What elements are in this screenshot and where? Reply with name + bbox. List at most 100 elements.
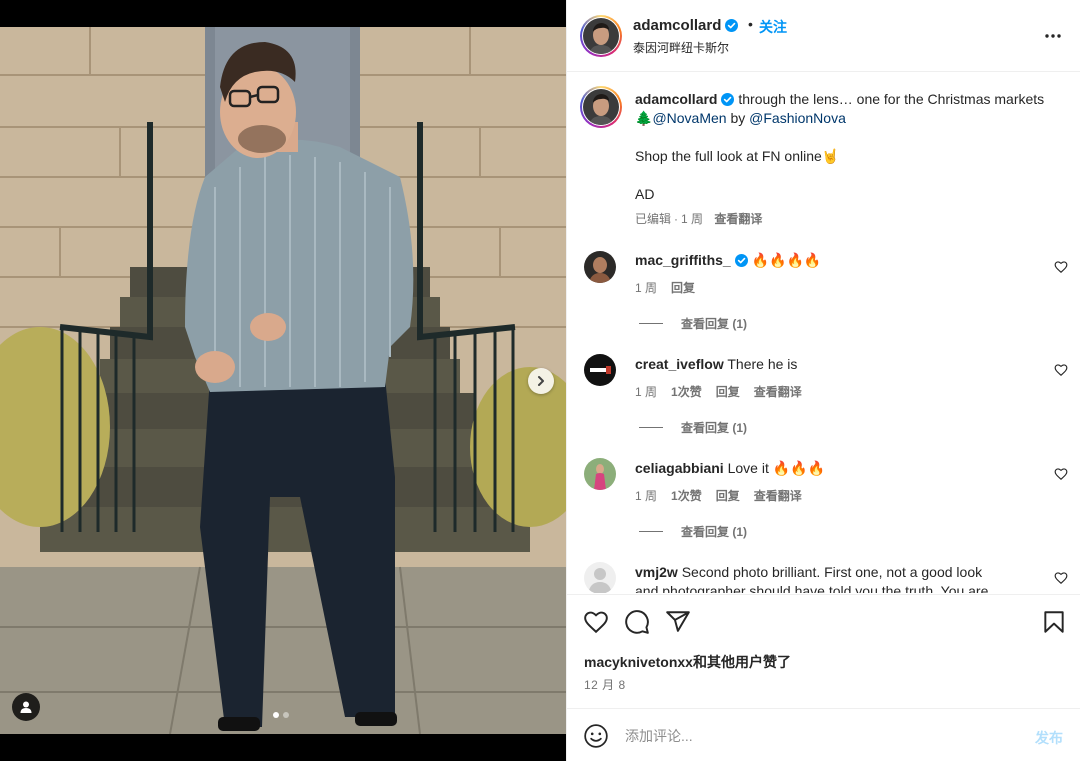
verified-badge-icon	[721, 93, 735, 106]
verified-badge-icon	[725, 19, 739, 32]
comment-input[interactable]	[625, 723, 1015, 749]
carousel-dot-active	[273, 712, 279, 718]
likes-summary: macyknivetonxx和其他用户赞了	[584, 652, 791, 672]
comment-text: Love it 🔥🔥🔥	[727, 460, 826, 476]
comment-meta: 1 周 1次赞 回复 查看翻译	[635, 383, 802, 400]
meta-dot: ·	[674, 212, 679, 226]
comment-text: Second photo brilliant. First one, not a…	[681, 564, 983, 580]
carousel-next-button[interactable]	[528, 368, 554, 394]
likes-suffix[interactable]: 和其他用户赞了	[693, 654, 791, 670]
comment-composer: 发布	[567, 708, 1080, 761]
user-tag-icon	[20, 701, 32, 713]
emoji-button[interactable]	[583, 723, 609, 749]
view-replies-label: 查看回复 (1)	[681, 525, 748, 539]
comment-avatar[interactable]	[584, 458, 616, 490]
caption-age: 1 周	[681, 212, 704, 226]
avatar[interactable]	[583, 18, 619, 54]
comment-meta: 1 周 1次赞 回复 查看翻译	[635, 487, 802, 504]
verified-badge-icon	[734, 254, 748, 267]
comment-icon	[625, 610, 649, 634]
caption-text: adamcollard through the lens… one for th…	[635, 90, 1055, 128]
save-button[interactable]	[1041, 609, 1067, 635]
comment-like-button[interactable]	[1054, 467, 1068, 481]
share-button[interactable]	[665, 609, 691, 635]
comment-like-button[interactable]	[1054, 260, 1068, 274]
mention-fashionnova[interactable]: @FashionNova	[749, 110, 846, 126]
caption-by: by	[730, 110, 746, 126]
comment-like-button[interactable]	[1054, 571, 1068, 585]
reply-button[interactable]: 回复	[716, 383, 740, 400]
view-replies-button[interactable]: 查看回复 (1)	[639, 419, 747, 436]
comment-like-button[interactable]	[1054, 363, 1068, 377]
reply-button[interactable]: 回复	[716, 487, 740, 504]
comment-text-continued: and photographer should have told you th…	[635, 583, 989, 593]
comment-username[interactable]: vmj2w	[635, 564, 678, 580]
header-separator: •	[748, 16, 753, 32]
comment-username[interactable]: mac_griffiths_	[635, 252, 731, 268]
comment-username[interactable]: creat_iveflow	[635, 356, 724, 372]
post-actions: macyknivetonxx和其他用户赞了 12 月 8	[567, 594, 1080, 708]
comment-age: 1 周	[635, 281, 658, 295]
emoji-smile-icon	[584, 724, 608, 748]
comment-avatar[interactable]	[584, 354, 616, 386]
comment-age: 1 周	[635, 489, 658, 503]
edited-label: 已编辑	[635, 212, 672, 226]
caption-translate-link[interactable]: 查看翻译	[714, 212, 762, 226]
view-replies-label: 查看回复 (1)	[681, 317, 748, 331]
post-header: adamcollard • 关注 泰因河畔纽卡斯尔	[567, 0, 1080, 72]
post-photo[interactable]	[0, 27, 566, 734]
caption-username[interactable]: adamcollard	[635, 91, 717, 107]
post-date[interactable]: 12 月 8	[584, 676, 626, 693]
follow-button[interactable]: 关注	[759, 17, 787, 37]
comment-line: vmj2w Second photo brilliant. First one,…	[635, 564, 982, 580]
like-button[interactable]	[583, 609, 609, 635]
send-icon	[666, 611, 690, 632]
mention-novamen[interactable]: @NovaMen	[652, 110, 726, 126]
caption-meta: 已编辑 · 1 周 查看翻译	[635, 210, 770, 227]
comment-username[interactable]: celiagabbiani	[635, 460, 724, 476]
carousel-indicator	[273, 712, 289, 718]
comments-scroll-area[interactable]: adamcollard through the lens… one for th…	[567, 73, 1080, 593]
more-options-button[interactable]	[1043, 26, 1063, 46]
comment-meta: 1 周 回复	[635, 279, 695, 296]
heart-icon	[1054, 261, 1068, 274]
more-horizontal-icon	[1045, 34, 1061, 38]
comment-item: celiagabbiani Love it 🔥🔥🔥 1 周 1次赞 回复 查看翻…	[567, 453, 1080, 553]
comment-likes-count[interactable]: 1次赞	[671, 487, 702, 504]
post-media	[0, 0, 566, 761]
comment-text: There he is	[727, 356, 798, 372]
comment-likes-count[interactable]: 1次赞	[671, 383, 702, 400]
caption: adamcollard through the lens… one for th…	[567, 73, 1080, 243]
header-username[interactable]: adamcollard	[633, 17, 739, 34]
comment-avatar[interactable]	[584, 562, 616, 593]
comment-item: creat_iveflow There he is 1 周 1次赞 回复 查看翻…	[567, 349, 1080, 449]
carousel-dot	[283, 712, 289, 718]
bookmark-icon	[1044, 611, 1064, 633]
comment-item: mac_griffiths_ 🔥🔥🔥🔥 1 周 回复 查看回复 (1)	[567, 245, 1080, 345]
view-replies-label: 查看回复 (1)	[681, 421, 748, 435]
heart-icon	[1054, 468, 1068, 481]
post-comment-button[interactable]: 发布	[1035, 728, 1063, 748]
heart-icon	[1054, 572, 1068, 585]
reply-button[interactable]: 回复	[671, 279, 695, 296]
view-replies-button[interactable]: 查看回复 (1)	[639, 315, 747, 332]
chevron-right-icon	[538, 376, 544, 386]
likes-username[interactable]: macyknivetonxx	[584, 654, 693, 670]
comment-button[interactable]	[624, 609, 650, 635]
tagged-users-button[interactable]	[12, 693, 40, 721]
comment-line: creat_iveflow There he is	[635, 356, 797, 372]
caption-shop-line: Shop the full look at FN online🤘	[635, 148, 840, 164]
comment-item: vmj2w Second photo brilliant. First one,…	[567, 557, 1080, 593]
comment-age: 1 周	[635, 385, 658, 399]
caption-ad-label: AD	[635, 186, 655, 202]
caption-avatar[interactable]	[583, 89, 619, 125]
header-username-text: adamcollard	[633, 17, 722, 34]
post-details-panel: adamcollard • 关注 泰因河畔纽卡斯尔 adamcollard th…	[566, 0, 1080, 761]
view-replies-button[interactable]: 查看回复 (1)	[639, 523, 747, 540]
comment-text: 🔥🔥🔥🔥	[751, 252, 822, 268]
translate-link[interactable]: 查看翻译	[754, 487, 802, 504]
location-link[interactable]: 泰因河畔纽卡斯尔	[633, 39, 729, 56]
heart-icon	[1054, 364, 1068, 377]
translate-link[interactable]: 查看翻译	[754, 383, 802, 400]
comment-avatar[interactable]	[584, 251, 616, 283]
